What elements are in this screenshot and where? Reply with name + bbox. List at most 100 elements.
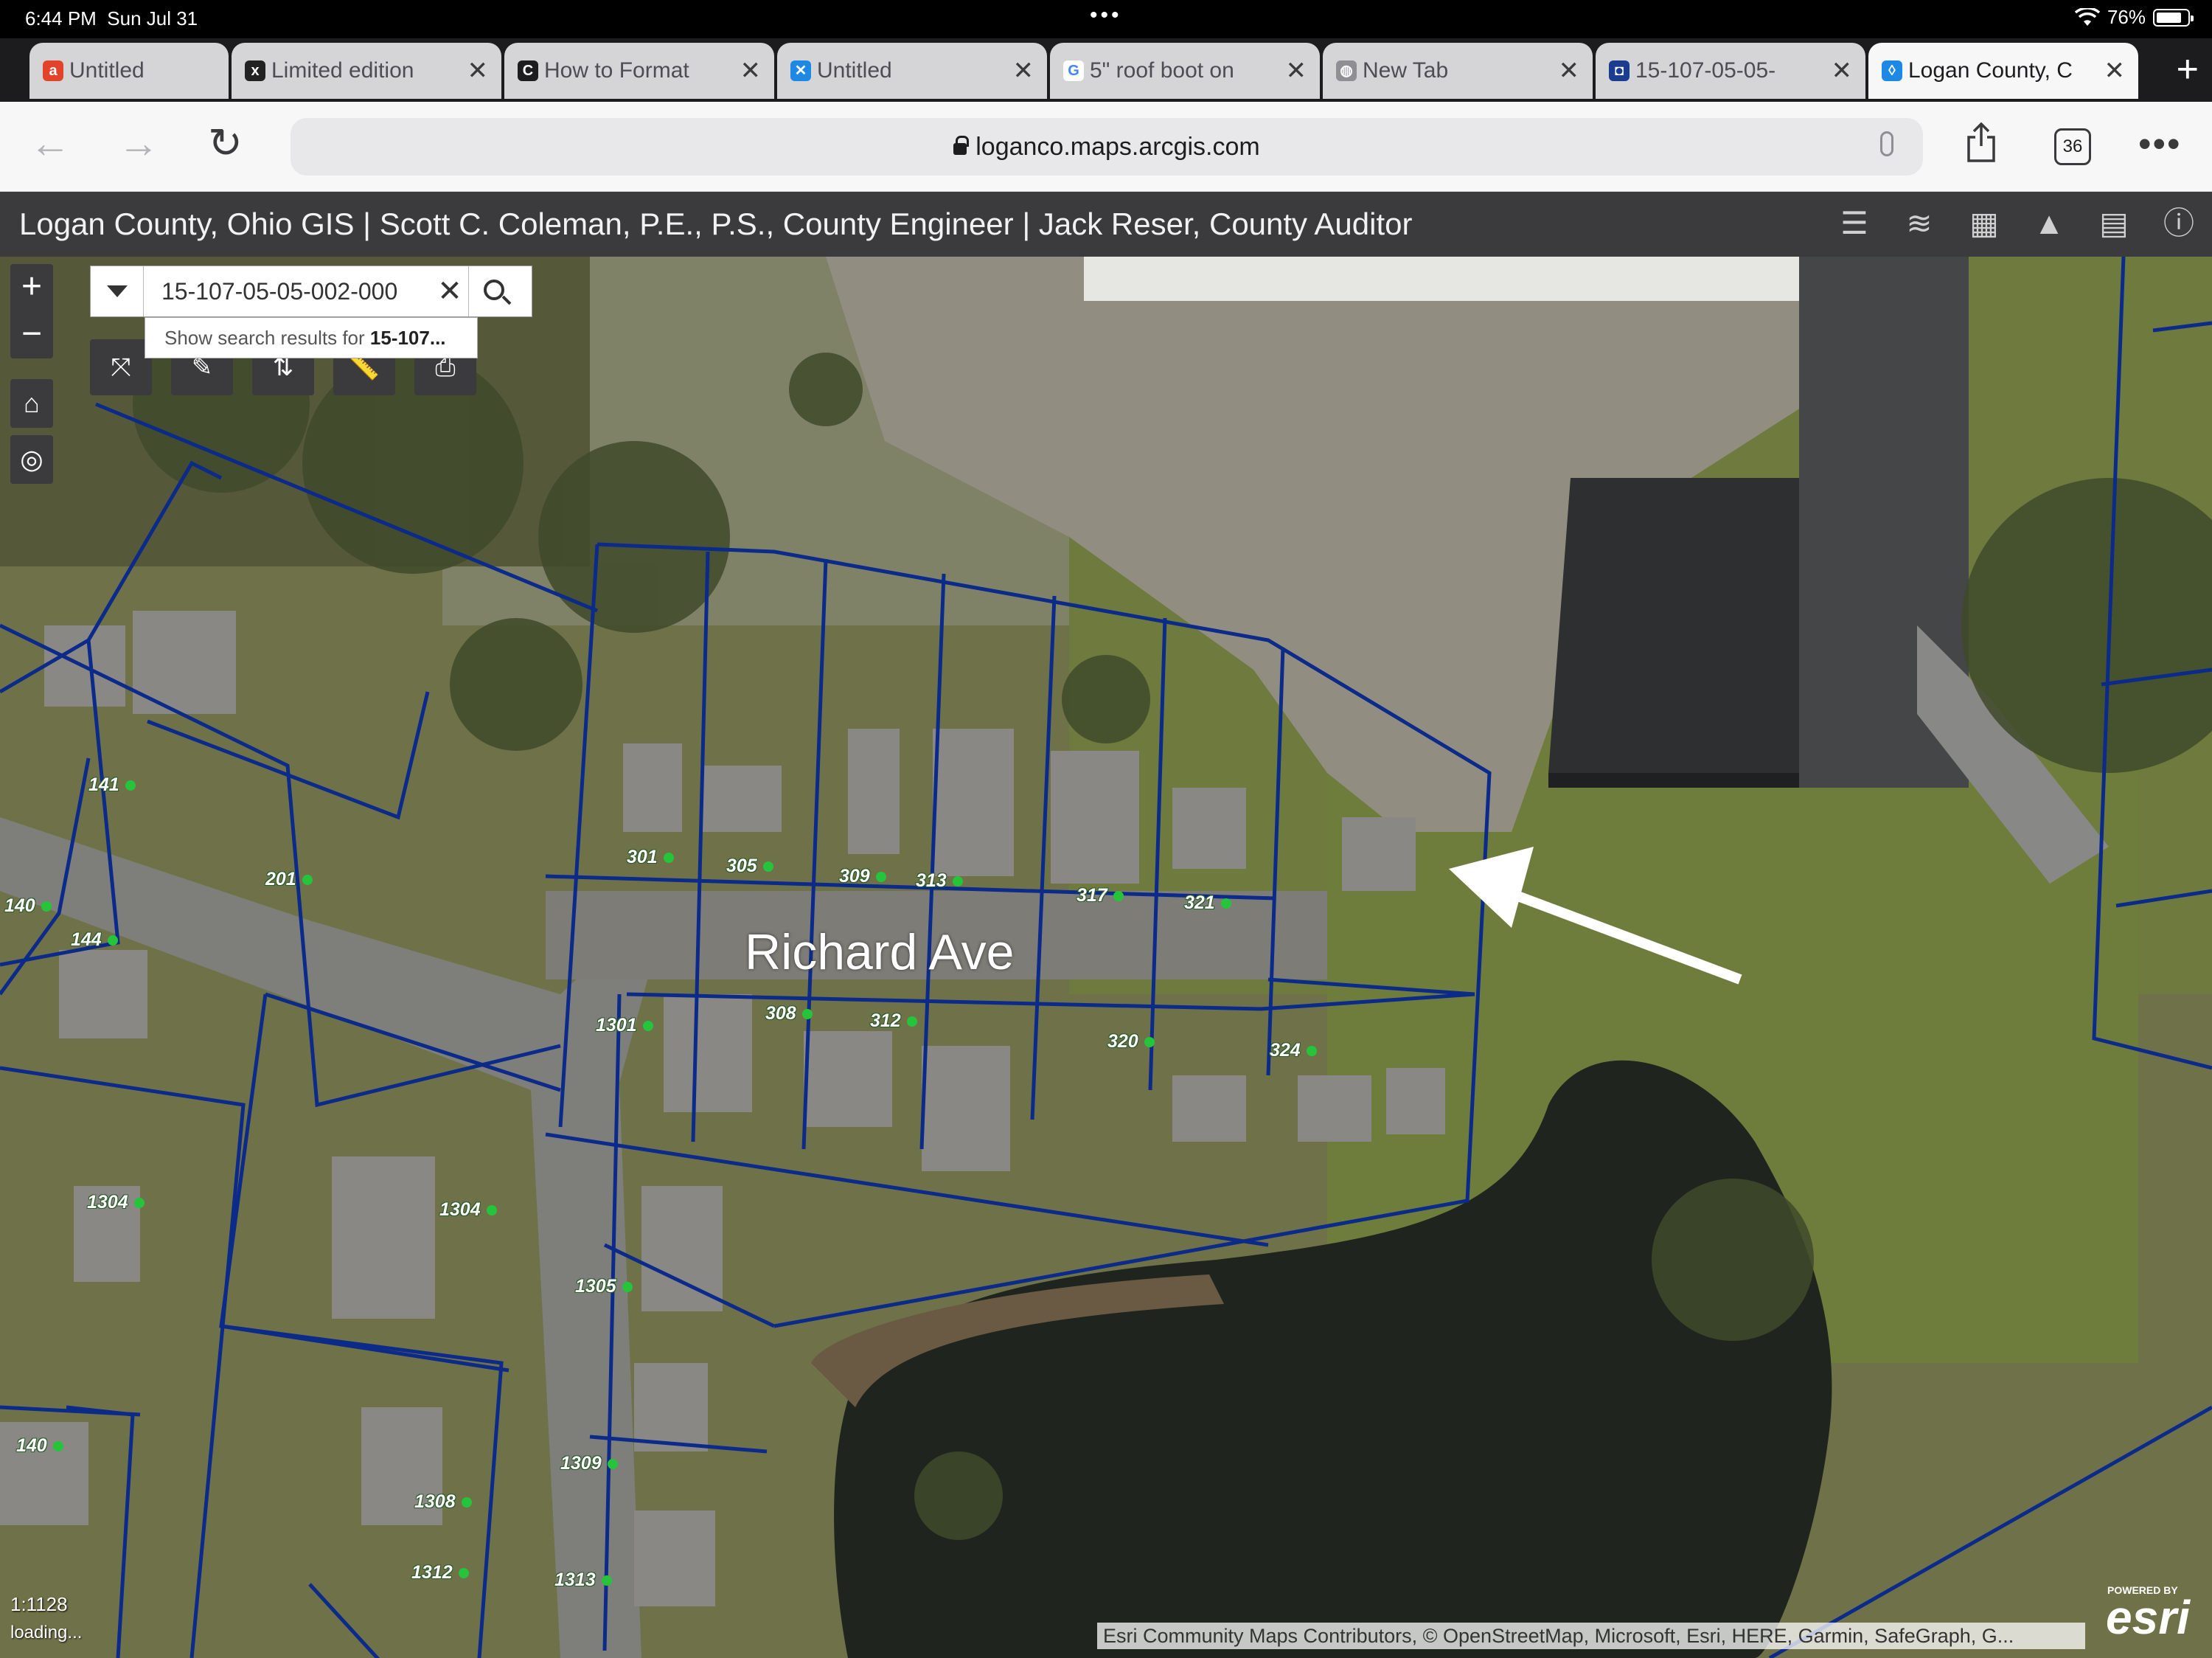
map-attribution[interactable]: Esri Community Maps Contributors, © Open… (1097, 1623, 2085, 1649)
lock-icon (953, 136, 970, 155)
basemap-gallery-icon[interactable]: ▦ (1964, 204, 2004, 243)
address-label: 312 (870, 1010, 917, 1032)
tab-new-tab[interactable]: ◍ New Tab ✕ (1323, 43, 1593, 99)
address-label: 140 (16, 1435, 63, 1457)
address-label: 1313 (554, 1569, 612, 1591)
address-bar-row: ← → ↻ loganco.maps.arcgis.com 36 ••• (0, 102, 2212, 192)
search-icon[interactable] (468, 266, 521, 316)
address-label: 308 (765, 1003, 813, 1024)
tab-overview-button[interactable]: 36 (2054, 128, 2091, 165)
tab-close-icon[interactable]: ✕ (467, 56, 489, 86)
address-label: 1304 (87, 1192, 145, 1213)
clear-search-icon[interactable]: ✕ (431, 274, 468, 308)
tab-favicon-icon: ◍ (1336, 60, 1357, 81)
address-label: 301 (627, 847, 674, 868)
tab-close-icon[interactable]: ✕ (2104, 56, 2126, 86)
tab-close-icon[interactable]: ✕ (1013, 56, 1034, 86)
tab-label: Untitled (69, 58, 145, 83)
search-input[interactable] (144, 277, 431, 305)
tutorial-cap-icon[interactable]: ▲ (2029, 204, 2069, 243)
address-label: 1305 (575, 1276, 633, 1297)
tab-favicon-icon: ✕ (790, 60, 811, 81)
tab-label: Limited edition (271, 58, 414, 83)
status-time: 6:44 PM Sun Jul 31 (25, 7, 198, 30)
back-arrow-icon[interactable]: ← (29, 121, 71, 165)
info-icon[interactable]: ⓘ (2159, 204, 2199, 243)
address-label: 141 (88, 774, 136, 796)
address-label: 317 (1077, 885, 1124, 906)
tab-label: 15-107-05-05- (1635, 58, 1776, 83)
url-field[interactable]: loganco.maps.arcgis.com (291, 118, 1923, 176)
page-title: Logan County, Ohio GIS | Scott C. Colema… (19, 207, 1413, 241)
address-label: 144 (71, 929, 118, 951)
battery-percent: 76% (2107, 6, 2146, 28)
tab-untitled-1[interactable]: a Untitled (29, 43, 229, 99)
tab-favicon-icon: C (518, 60, 538, 81)
locate-icon[interactable]: ◎ (10, 435, 53, 484)
address-label: 140 (4, 895, 52, 917)
scale-indicator: 1:1128 (10, 1593, 68, 1615)
address-label: 201 (265, 869, 313, 890)
bookmarks-icon[interactable]: ▤ (2094, 204, 2134, 243)
multitask-dots-icon[interactable]: ••• (1090, 3, 1122, 28)
gis-header: Logan County, Ohio GIS | Scott C. Colema… (0, 192, 2212, 257)
street-label: Richard Ave (745, 924, 1015, 980)
battery-icon (2153, 8, 2194, 27)
search-widget: ✕ (90, 266, 532, 317)
address-label: 324 (1270, 1040, 1317, 1061)
tab-roof-boot[interactable]: G 5" roof boot on ✕ (1050, 43, 1320, 99)
aerial-imagery (0, 257, 2212, 1658)
forward-arrow-icon[interactable]: → (118, 121, 159, 165)
zoom-out-button[interactable]: − (10, 311, 53, 358)
home-icon[interactable]: ⌂ (10, 379, 53, 428)
tab-logan-county[interactable]: ◊ Logan County, C ✕ (1868, 43, 2138, 99)
tab-close-icon[interactable]: ✕ (1832, 56, 1853, 86)
zoom-in-button[interactable]: + (10, 264, 53, 311)
search-suggestion[interactable]: Show search results for 15-107... (145, 317, 478, 358)
tab-untitled-2[interactable]: ✕ Untitled ✕ (777, 43, 1047, 99)
search-source-dropdown[interactable] (91, 266, 144, 316)
address-label: 1304 (439, 1199, 497, 1221)
url-text: loganco.maps.arcgis.com (975, 132, 1260, 161)
tab-label: New Tab (1363, 58, 1449, 83)
select-tool-icon[interactable]: ⤧ (90, 339, 152, 395)
wifi-icon (2074, 7, 2100, 26)
tab-label: How to Format (544, 58, 689, 83)
tab-how-to-format[interactable]: C How to Format ✕ (504, 43, 774, 99)
share-icon[interactable] (1966, 122, 1997, 162)
microphone-icon[interactable] (1880, 131, 1893, 156)
address-label: 1312 (411, 1562, 469, 1584)
new-tab-plus-icon[interactable]: + (2177, 50, 2199, 89)
more-options-icon[interactable]: ••• (2138, 122, 2182, 165)
zoom-control: + − (10, 264, 53, 358)
map-view[interactable]: Richard Ave 141 201 140 144 301 305 309 … (0, 257, 2212, 1658)
tab-favicon-icon: ◊ (1882, 60, 1902, 81)
tab-favicon-icon: x (245, 60, 265, 81)
esri-logo: POWERED BY esri (2106, 1584, 2190, 1644)
loading-status: loading... (10, 1623, 83, 1643)
tab-close-icon[interactable]: ✕ (740, 56, 762, 86)
tab-close-icon[interactable]: ✕ (1286, 56, 1307, 86)
tab-label: Untitled (817, 58, 892, 83)
address-label: 1301 (596, 1015, 653, 1036)
tab-favicon-icon: a (43, 60, 63, 81)
tab-favicon-icon: ◘ (1609, 60, 1630, 81)
legend-list-icon[interactable]: ☰ (1834, 204, 1874, 243)
address-label: 1308 (414, 1491, 472, 1513)
address-label: 320 (1107, 1031, 1155, 1052)
tab-limited-edition[interactable]: x Limited edition ✕ (232, 43, 501, 99)
address-label: 321 (1184, 892, 1231, 914)
tab-parcel-number[interactable]: ◘ 15-107-05-05- ✕ (1596, 43, 1865, 99)
layers-icon[interactable]: ≋ (1899, 204, 1939, 243)
tab-label: 5" roof boot on (1090, 58, 1234, 83)
status-bar: 6:44 PM Sun Jul 31 ••• 76% (0, 0, 2212, 38)
address-label: 309 (839, 866, 886, 887)
tab-bar: a Untitled x Limited edition ✕ C How to … (0, 38, 2212, 102)
address-label: 1309 (560, 1453, 618, 1474)
tab-favicon-icon: G (1063, 60, 1084, 81)
address-label: 305 (726, 856, 773, 877)
tab-label: Logan County, C (1908, 58, 2073, 83)
tab-close-icon[interactable]: ✕ (1559, 56, 1580, 86)
address-label: 313 (916, 870, 963, 892)
reload-icon[interactable]: ↻ (208, 121, 243, 165)
